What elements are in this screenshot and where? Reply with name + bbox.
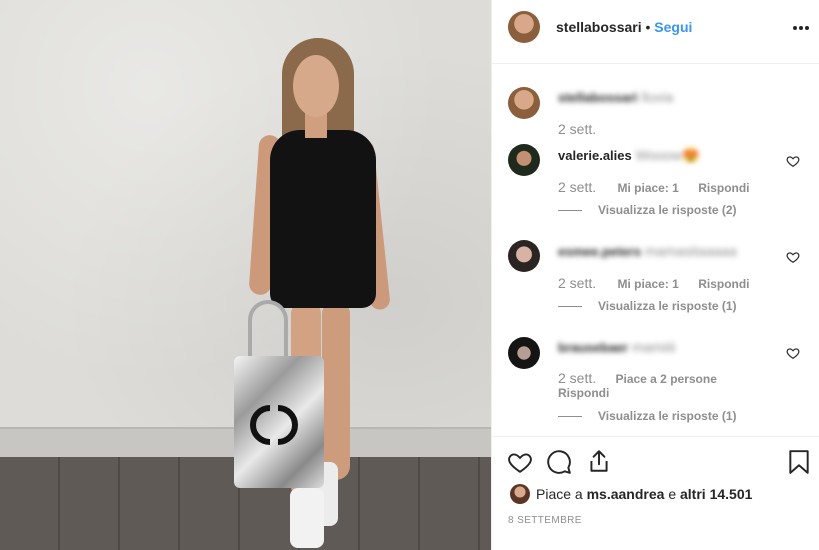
comment-icon[interactable] [546, 449, 572, 475]
comment-username[interactable]: esmee.peters [558, 244, 641, 259]
comment-text: Wooow😍 [635, 147, 700, 163]
view-replies-label: Visualizza le risposte (2) [598, 203, 737, 217]
header-separator: • [645, 19, 651, 35]
liker-username[interactable]: ms.aandrea [587, 486, 665, 502]
likes-others-button[interactable]: altri 14.501 [680, 486, 752, 502]
view-replies-button[interactable]: Visualizza le risposte (1) [558, 409, 737, 423]
comment-meta: 2 sett. Mi piace: 1 Rispondi [558, 275, 750, 291]
header-user-line: stellabossari • Segui [556, 19, 692, 35]
comment-meta: 2 sett. [558, 121, 596, 137]
comment-text-line: esmee.peters mamasitaaaaa [558, 243, 737, 259]
post-photo[interactable] [0, 0, 491, 550]
bookmark-icon[interactable] [788, 449, 810, 475]
comment-time[interactable]: 2 sett. [558, 275, 596, 291]
comment-like-heart-icon[interactable] [786, 346, 800, 360]
author-username[interactable]: stellabossari [556, 19, 642, 35]
follow-button[interactable]: Segui [654, 19, 692, 35]
post-side-panel: stellabossari • Segui stellabossari lluv… [491, 0, 819, 550]
likes-summary: Piace a ms.aandrea e altri 14.501 [536, 486, 752, 502]
liker-avatar[interactable] [510, 484, 530, 504]
comment-meta: 2 sett. Piace a 2 persone Rispondi [558, 371, 748, 400]
comment-avatar[interactable] [508, 87, 540, 119]
reply-button[interactable]: Rispondi [698, 277, 749, 291]
comment-meta: 2 sett. Mi piace: 1 Rispondi [558, 179, 750, 195]
replies-divider [558, 416, 582, 418]
comment-time[interactable]: 2 sett. [558, 121, 596, 137]
comment-username[interactable]: stellabossari [558, 90, 638, 105]
comment-likes[interactable]: Piace a 2 persone [615, 372, 716, 386]
likes-prefix: Piace a [536, 486, 583, 502]
comment-text: mamasitaaaaa [645, 243, 737, 259]
reply-button[interactable]: Rispondi [558, 386, 609, 400]
view-replies-label: Visualizza le risposte (1) [598, 409, 737, 423]
comment-likes[interactable]: Mi piace: 1 [617, 181, 678, 195]
comment-likes[interactable]: Mi piace: 1 [617, 277, 678, 291]
view-replies-button[interactable]: Visualizza le risposte (1) [558, 299, 737, 313]
comment-time[interactable]: 2 sett. [558, 179, 596, 195]
replies-divider [558, 210, 582, 212]
comment-text: mamiiii [631, 339, 676, 355]
comment-text-line: stellabossari lluvia [558, 89, 673, 105]
comment-text-line: valerie.alies Wooow😍 [558, 147, 700, 164]
photo-boot [290, 488, 324, 548]
more-icon[interactable] [792, 25, 810, 31]
author-avatar[interactable] [508, 11, 540, 43]
post-date[interactable]: 8 SETTEMBRE [508, 515, 582, 526]
comment-text: lluvia [641, 89, 674, 105]
comment-like-heart-icon[interactable] [786, 154, 800, 168]
post-header: stellabossari • Segui [492, 0, 819, 64]
view-replies-label: Visualizza le risposte (1) [598, 299, 737, 313]
comment-avatar[interactable] [508, 337, 540, 369]
comment-text-line: brausebaer mamiiii [558, 339, 676, 355]
comment-like-heart-icon[interactable] [786, 250, 800, 264]
comment-avatar[interactable] [508, 144, 540, 176]
likes-middle: e [668, 486, 677, 502]
comment-time[interactable]: 2 sett. [558, 370, 596, 386]
photo-face [293, 55, 339, 117]
view-replies-button[interactable]: Visualizza le risposte (2) [558, 203, 737, 217]
replies-divider [558, 306, 582, 308]
comment-avatar[interactable] [508, 240, 540, 272]
bag-logo-icon [250, 405, 298, 445]
photo-dress [270, 130, 376, 308]
photo-leg [322, 300, 350, 480]
share-icon[interactable] [586, 448, 612, 474]
heart-icon[interactable] [507, 449, 533, 475]
reply-button[interactable]: Rispondi [698, 181, 749, 195]
comment-username[interactable]: valerie.alies [558, 148, 632, 163]
comment-username[interactable]: brausebaer [558, 340, 628, 355]
